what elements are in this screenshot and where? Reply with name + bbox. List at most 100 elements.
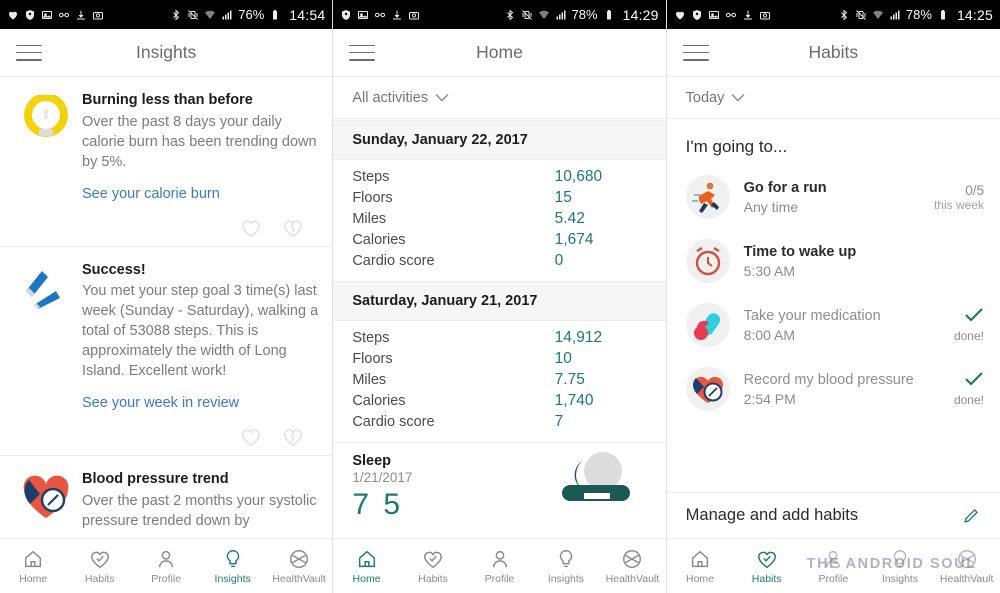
nav-item-habits[interactable]: Habits — [66, 539, 132, 593]
chevron-down-icon — [435, 89, 449, 107]
bottom-navigation[interactable]: Home Habits Profile Insights HealthVault — [333, 538, 666, 593]
metric-row: Floors 10 — [352, 348, 646, 369]
nav-label: Habits — [84, 572, 115, 585]
insight-link[interactable]: See your week in review — [82, 395, 318, 411]
heart-check-icon — [424, 551, 443, 568]
metric-label: Miles — [352, 371, 387, 388]
pencil-icon[interactable] — [962, 506, 981, 525]
status-bar-left-icons — [7, 9, 104, 21]
status-bar: 76% 14:54 — [0, 0, 333, 29]
habit-time: 8:00 AM — [743, 327, 796, 344]
hamburger-icon[interactable] — [682, 44, 709, 61]
metric-value: 0 — [554, 251, 564, 269]
nav-label: Insights — [547, 572, 585, 585]
nav-item-home[interactable]: Home — [667, 539, 734, 593]
nav-item-healthvault[interactable]: HealthVault — [266, 539, 332, 593]
insight-text: You met your step goal 3 time(s) last we… — [82, 283, 319, 380]
home-icon — [25, 550, 42, 567]
broken-heart-icon[interactable] — [282, 218, 304, 238]
bottom-navigation[interactable]: Home Habits Profile Insights HealthVault — [0, 538, 333, 593]
chevron-down-icon — [731, 89, 745, 107]
wifi-icon — [205, 10, 216, 19]
lightbulb-icon — [226, 549, 239, 567]
activity-filter[interactable]: All activities — [333, 76, 666, 119]
insight-card-body: Success! You met your step goal 3 time(s… — [78, 261, 318, 412]
nav-item-home[interactable]: Home — [0, 539, 66, 593]
nav-item-healthvault[interactable]: HealthVault — [599, 539, 665, 593]
insight-card[interactable]: Success! You met your step goal 3 time(s… — [0, 246, 333, 418]
manage-habits-row[interactable]: Manage and add habits — [666, 492, 1000, 538]
habits-list[interactable]: I'm going to... Go for a run Any time 0/… — [667, 120, 1000, 492]
nav-label: Profile — [484, 572, 515, 585]
habit-row[interactable]: Go for a run Any time 0/5 this week — [667, 165, 1000, 229]
home-day-list[interactable]: Sunday, January 22, 2017 Steps 10,680 Fl… — [333, 120, 666, 538]
status-bar: 78% 14:25 — [666, 0, 1000, 29]
nav-item-profile[interactable]: Profile — [133, 539, 199, 593]
glasses-icon — [375, 12, 386, 17]
nav-item-insights[interactable]: Insights — [533, 539, 599, 593]
habit-time: 2:54 PM — [743, 391, 796, 408]
heart-icon[interactable] — [240, 218, 262, 238]
home-icon — [358, 550, 375, 567]
heart-icon — [675, 11, 684, 19]
nav-item-habits[interactable]: Habits — [400, 539, 466, 593]
hamburger-icon[interactable] — [349, 44, 376, 61]
page-title: Insights — [136, 42, 197, 62]
nav-label: Home — [685, 572, 714, 585]
nav-item-insights[interactable]: Insights — [867, 539, 934, 593]
app-bar: Home — [333, 29, 666, 76]
wifi-icon — [872, 10, 883, 19]
habit-name: Time to wake up — [743, 243, 857, 260]
nav-item-profile[interactable]: Profile — [800, 539, 867, 593]
broken-heart-icon[interactable] — [282, 427, 304, 447]
heart-icon[interactable] — [240, 427, 262, 447]
nav-item-home[interactable]: Home — [333, 539, 399, 593]
healthvault-icon — [290, 549, 309, 568]
nav-label: Insights — [881, 572, 919, 585]
metric-value: 15 — [554, 188, 572, 206]
day-date-header: Sunday, January 22, 2017 — [333, 120, 666, 160]
metric-label: Cardio score — [352, 413, 435, 430]
vibrate-off-icon — [521, 9, 532, 20]
glasses-icon — [725, 12, 736, 17]
habit-progress-count: 0/5 — [965, 182, 984, 198]
habit-info: Go for a run Any time — [730, 179, 926, 216]
pills-icon — [685, 303, 730, 347]
screenshot-icon — [358, 10, 369, 19]
day-filter[interactable]: Today — [666, 76, 1000, 119]
nav-item-healthvault[interactable]: HealthVault — [933, 539, 1000, 593]
habit-name: Take your medication — [743, 307, 881, 324]
habit-row[interactable]: Record my blood pressure 2:54 PM done! — [667, 357, 1000, 421]
insight-text: Over the past 8 days your daily calorie … — [82, 113, 317, 170]
habit-progress-period: this week — [933, 197, 984, 212]
insight-card[interactable]: Blood pressure trend Over the past 2 mon… — [0, 456, 333, 537]
hamburger-icon[interactable] — [16, 44, 42, 61]
nav-item-insights[interactable]: Insights — [199, 539, 265, 593]
habit-row[interactable]: Time to wake up 5:30 AM — [667, 229, 1000, 293]
insight-card[interactable]: Burning less than before Over the past 8… — [0, 77, 333, 208]
day-date-header: Saturday, January 21, 2017 — [333, 281, 666, 321]
three-panel-screenshot: 76% 14:54 Insights Burning less than bef… — [0, 0, 1000, 593]
battery-percent: 76% — [238, 7, 265, 22]
nav-item-habits[interactable]: Habits — [733, 539, 800, 593]
page-title: Home — [476, 42, 523, 62]
habit-status: done! — [926, 371, 984, 407]
vibrate-off-icon — [188, 9, 199, 20]
day-group: Saturday, January 21, 2017 Steps 14,912 … — [333, 281, 666, 442]
camera-icon — [409, 11, 420, 19]
sleep-card[interactable]: Sleep 1/21/2017 7 5 — [333, 443, 665, 522]
nav-item-profile[interactable]: Profile — [466, 539, 532, 593]
insights-list[interactable]: Burning less than before Over the past 8… — [0, 77, 333, 538]
wifi-icon — [538, 10, 549, 19]
metric-value: 14,912 — [554, 328, 603, 346]
battery-icon — [940, 9, 945, 19]
bottom-navigation[interactable]: Home Habits Profile Insights HealthVault — [666, 538, 1000, 593]
insight-link[interactable]: See your calorie burn — [82, 186, 318, 202]
status-bar: 78% 14:29 — [333, 0, 666, 29]
nav-label: Insights — [214, 572, 251, 585]
habit-row[interactable]: Take your medication 8:00 AM done! — [667, 293, 1000, 357]
shield-icon — [692, 9, 701, 20]
healthvault-icon — [623, 549, 642, 568]
habit-time: Any time — [743, 199, 799, 216]
page-title: Habits — [808, 42, 859, 62]
